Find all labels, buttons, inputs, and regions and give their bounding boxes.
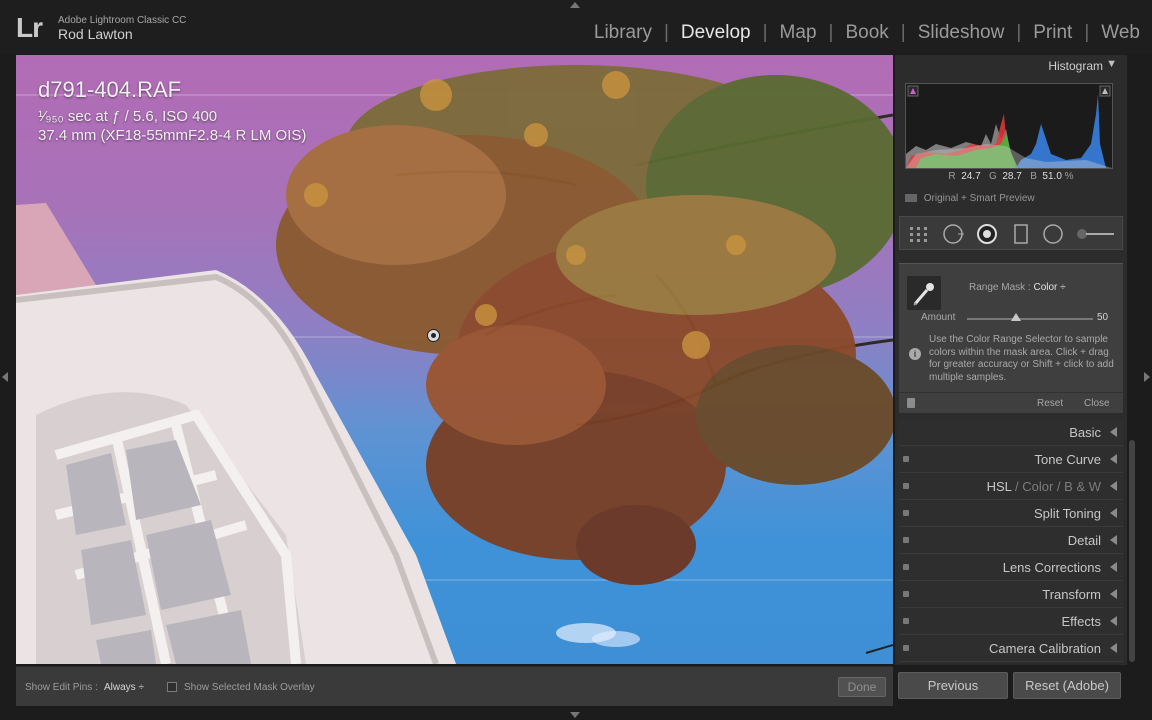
rgb-readout: R 24.7 G 28.7 B 51.0 %: [948, 171, 1074, 182]
histogram-expand-icon[interactable]: ▼: [1106, 58, 1117, 70]
image-info-overlay: d791-404.RAF ¹⁄₉₅₀ sec at ƒ / 5.6, ISO 4…: [38, 77, 306, 145]
section-toggle-switch[interactable]: [903, 456, 909, 462]
mask-close-button[interactable]: Close: [1084, 398, 1110, 409]
top-bar: Lr Adobe Lightroom Classic CC Rod Lawton…: [0, 0, 1152, 54]
right-panel-collapse-icon[interactable]: [1144, 372, 1150, 382]
amount-slider-thumb[interactable]: [1011, 313, 1021, 321]
mask-overlay-label: Show Selected Mask Overlay: [184, 682, 315, 693]
graduated-filter-tool-icon[interactable]: [1010, 223, 1032, 245]
filmstrip-expand-icon[interactable]: [570, 712, 580, 718]
section-hsl[interactable]: HSL / Color / B & W: [899, 473, 1123, 500]
info-icon: i: [909, 348, 921, 360]
section-toggle-switch[interactable]: [903, 591, 909, 597]
right-panel: Histogram ▼ R 24.7 G 28.7 B 51.0 % Origi…: [895, 55, 1127, 665]
image-exposure: ¹⁄₉₅₀ sec at ƒ / 5.6, ISO 400: [38, 108, 218, 125]
mask-enable-switch[interactable]: [907, 398, 915, 408]
mask-footer: Reset Close: [899, 392, 1123, 414]
crop-overlay-tool-icon[interactable]: [908, 223, 930, 245]
section-toggle-switch[interactable]: [903, 510, 909, 516]
module-develop[interactable]: Develop: [681, 22, 751, 44]
previous-button[interactable]: Previous: [898, 672, 1008, 699]
edit-pin[interactable]: [427, 329, 440, 342]
lightroom-logo: Lr: [16, 12, 43, 43]
eyedropper-icon[interactable]: [907, 276, 941, 310]
range-mask-panel: Range Mask : Color ÷ Amount 50 i Use the…: [899, 263, 1123, 413]
mask-reset-button[interactable]: Reset: [1037, 398, 1063, 409]
edit-pins-select[interactable]: Always ÷: [104, 682, 144, 693]
section-toggle-switch[interactable]: [903, 618, 909, 624]
section-expand-icon[interactable]: [1110, 616, 1117, 626]
section-tone-curve[interactable]: Tone Curve: [899, 446, 1123, 473]
done-button[interactable]: Done: [838, 677, 886, 697]
amount-label: Amount: [921, 312, 956, 323]
amount-slider-track[interactable]: [967, 318, 1093, 320]
image-lens: 37.4 mm (XF18-55mmF2.8-4 R LM OIS): [38, 127, 307, 144]
section-toggle-switch[interactable]: [903, 537, 909, 543]
histogram-graph[interactable]: [905, 83, 1113, 169]
module-picker: Library | Develop | Map | Book | Slidesh…: [593, 22, 1140, 44]
image-filename: d791-404.RAF: [38, 77, 182, 102]
module-slideshow[interactable]: Slideshow: [918, 22, 1005, 44]
section-effects[interactable]: Effects: [899, 608, 1123, 635]
section-split-toning[interactable]: Split Toning: [899, 500, 1123, 527]
edit-pins-label: Show Edit Pins :: [25, 682, 98, 693]
section-toggle-switch[interactable]: [903, 564, 909, 570]
histogram-header[interactable]: Histogram ▼: [895, 55, 1127, 77]
section-detail[interactable]: Detail: [899, 527, 1123, 554]
module-web[interactable]: Web: [1101, 22, 1140, 44]
mask-overlay-checkbox[interactable]: [167, 682, 177, 692]
range-mask-select[interactable]: Range Mask : Color ÷: [969, 282, 1066, 293]
red-eye-tool-icon[interactable]: [976, 223, 998, 245]
photo-content: [16, 65, 893, 664]
bottom-toolbar: Show Edit Pins : Always ÷ Show Selected …: [16, 666, 893, 706]
radial-filter-tool-icon[interactable]: [1042, 223, 1064, 245]
section-expand-icon[interactable]: [1110, 508, 1117, 518]
section-expand-icon[interactable]: [1110, 562, 1117, 572]
section-expand-icon[interactable]: [1110, 481, 1117, 491]
section-expand-icon[interactable]: [1110, 427, 1117, 437]
reset-adobe-button[interactable]: Reset (Adobe): [1013, 672, 1121, 699]
section-toggle-switch[interactable]: [903, 483, 909, 489]
histogram-title: Histogram: [1048, 59, 1103, 73]
range-mask-help-text: Use the Color Range Selector to sample c…: [929, 334, 1114, 383]
section-expand-icon[interactable]: [1110, 535, 1117, 545]
section-camera-calibration[interactable]: Camera Calibration: [899, 635, 1123, 662]
section-basic[interactable]: Basic: [899, 419, 1123, 446]
smart-preview-icon: [905, 194, 917, 203]
module-print[interactable]: Print: [1033, 22, 1072, 44]
section-expand-icon[interactable]: [1110, 643, 1117, 653]
develop-sections: Basic Tone Curve HSL / Color / B & W Spl…: [899, 419, 1123, 662]
section-expand-icon[interactable]: [1110, 454, 1117, 464]
tool-strip: [899, 216, 1123, 250]
module-book[interactable]: Book: [845, 22, 888, 44]
amount-value[interactable]: 50: [1097, 312, 1108, 323]
section-expand-icon[interactable]: [1110, 589, 1117, 599]
photo-canvas[interactable]: d791-404.RAF ¹⁄₉₅₀ sec at ƒ / 5.6, ISO 4…: [16, 55, 893, 664]
section-toggle-switch[interactable]: [903, 645, 909, 651]
user-name: Rod Lawton: [58, 26, 133, 42]
app-name: Adobe Lightroom Classic CC: [58, 15, 187, 26]
module-map[interactable]: Map: [780, 22, 817, 44]
smart-preview-status[interactable]: Original + Smart Preview: [905, 193, 1035, 204]
section-transform[interactable]: Transform: [899, 581, 1123, 608]
panel-collapse-top-icon[interactable]: [570, 2, 580, 8]
left-panel-expand-icon[interactable]: [2, 372, 8, 382]
right-panel-scrollbar[interactable]: [1129, 440, 1135, 662]
adjustment-brush-tool-icon[interactable]: [1076, 223, 1116, 245]
section-lens-corrections[interactable]: Lens Corrections: [899, 554, 1123, 581]
module-library[interactable]: Library: [594, 22, 652, 44]
spot-removal-tool-icon[interactable]: [942, 223, 964, 245]
